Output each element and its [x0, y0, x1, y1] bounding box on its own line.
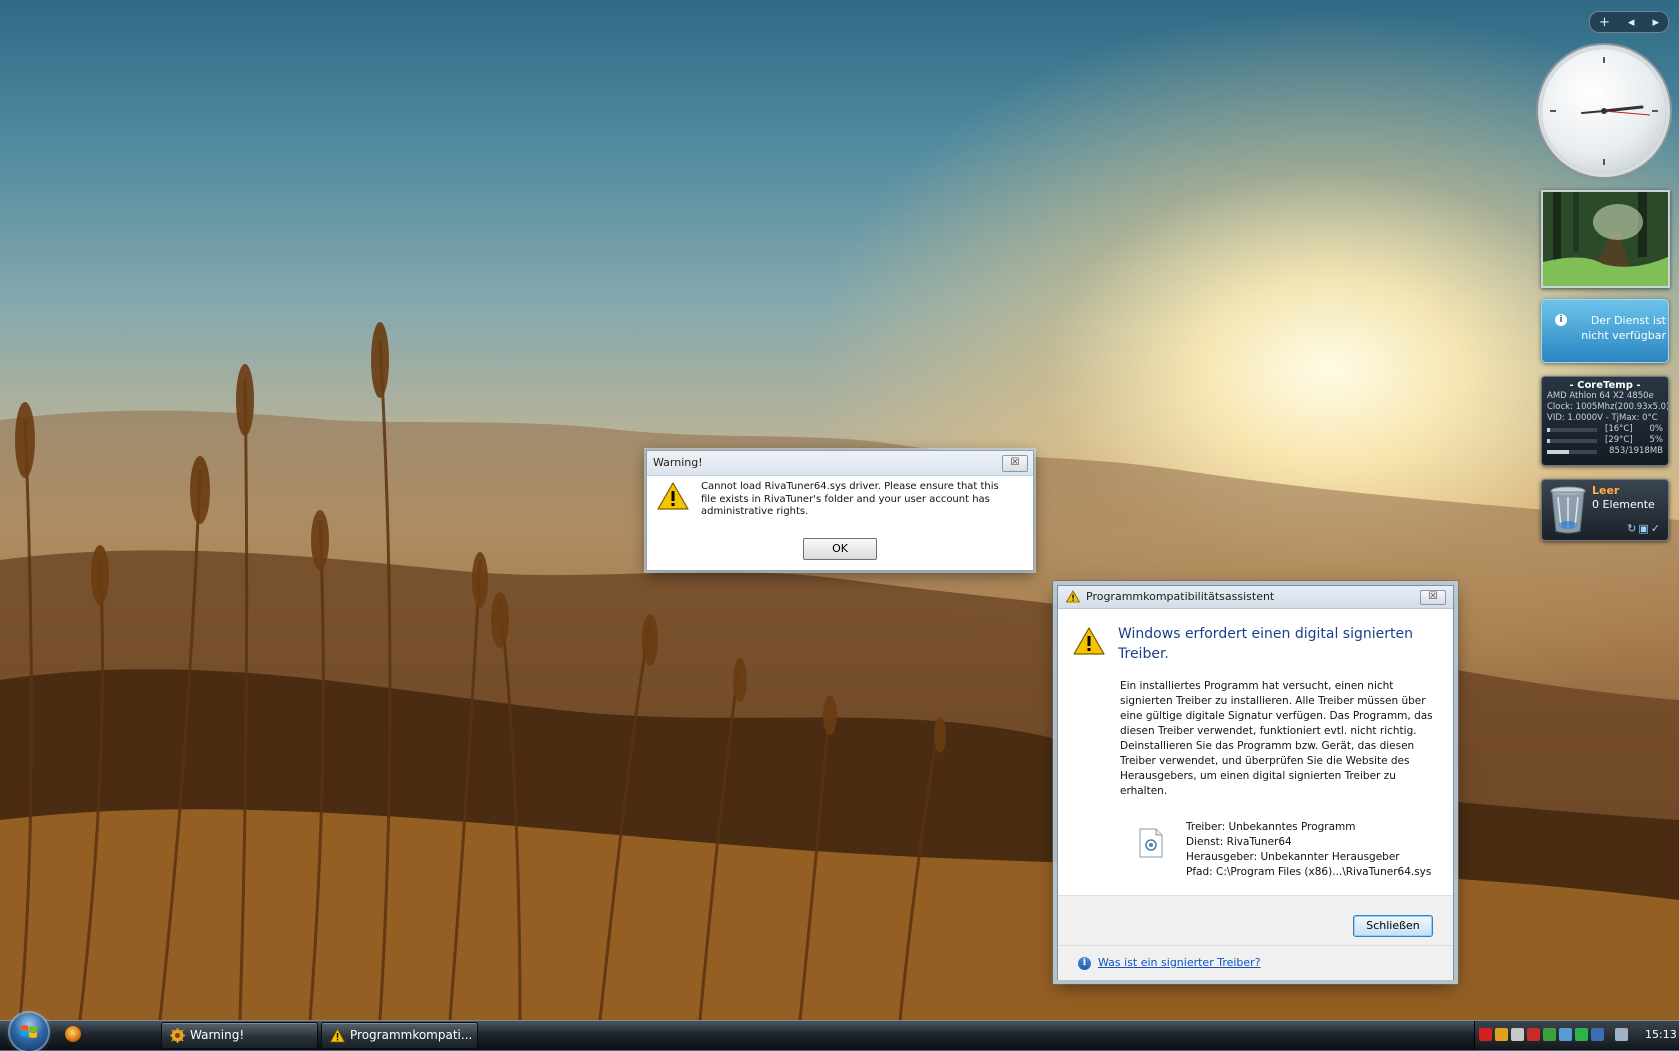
driver-file-icon [1139, 828, 1163, 858]
signed-driver-help-link[interactable]: Was ist ein signierter Treiber? [1098, 956, 1261, 969]
pca-dialog-close-button[interactable]: ☒ [1420, 590, 1446, 605]
memory-bar [1547, 449, 1597, 454]
notification-area: 15:13 [1474, 1021, 1679, 1049]
sidebar-controls: + ◂ ▸ [1589, 11, 1669, 33]
core0-temp: [16°C] [1605, 424, 1633, 434]
weather-message: Der Dienst ist nicht verfügbar [1581, 314, 1666, 342]
recycle-bin-state: Leer [1592, 484, 1620, 497]
pca-paragraph-2: Deinstallieren Sie das Programm bzw. Ger… [1120, 740, 1415, 797]
taskbar-clock[interactable]: 15:13 [1645, 1028, 1677, 1041]
sidebar-prev-button[interactable]: ◂ [1628, 15, 1635, 30]
warning-icon [1073, 627, 1105, 655]
tray-rivatuner-icon[interactable] [1495, 1028, 1508, 1041]
core1-temp: [29°C] [1605, 435, 1633, 445]
sidebar-next-button[interactable]: ▸ [1652, 15, 1659, 30]
clock-face-icon [1550, 57, 1658, 165]
tray-update-icon[interactable] [1591, 1028, 1604, 1041]
tray-audio-device-icon[interactable] [1511, 1028, 1524, 1041]
windows-flag-icon [21, 1025, 37, 1038]
help-info-icon: i [1078, 957, 1091, 970]
weather-gadget[interactable]: i Der Dienst ist nicht verfügbar [1541, 299, 1669, 363]
taskbar-button-warning[interactable]: Warning! [161, 1022, 318, 1049]
recycle-bin-count: 0 Elemente [1592, 498, 1655, 511]
pca-paragraph-1: Ein installiertes Programm hat versucht,… [1120, 680, 1433, 737]
tray-monitor-icon[interactable] [1615, 1028, 1628, 1041]
start-button[interactable] [10, 1013, 48, 1051]
tray-flash-icon[interactable] [1479, 1028, 1492, 1041]
coretemp-core1: [29°C] 5% [1542, 435, 1668, 446]
forest-photo [1543, 192, 1668, 286]
recycle-bin-gadget[interactable]: Leer 0 Elemente ↻▣✓ [1541, 479, 1669, 541]
warning-dialog-titlebar[interactable]: Warning! ☒ [647, 451, 1033, 476]
core1-load: 5% [1649, 435, 1664, 445]
taskbar-label-warning: Warning! [190, 1028, 245, 1042]
warning-icon [657, 482, 689, 510]
warning-dialog-message: Cannot load RivaTuner64.sys driver. Plea… [701, 481, 999, 517]
warning-icon [330, 1028, 345, 1043]
driver-publisher: Herausgeber: Unbekannter Herausgeber [1186, 851, 1400, 863]
tray-ati-icon[interactable] [1527, 1028, 1540, 1041]
recycle-bin-controls[interactable]: ↻▣✓ [1627, 522, 1662, 535]
warning-dialog-close-button[interactable]: ☒ [1002, 455, 1028, 472]
driver-service: Dienst: RivaTuner64 [1186, 836, 1292, 848]
core0-load-bar [1547, 427, 1597, 432]
tray-network-icon[interactable] [1559, 1028, 1572, 1041]
schliessen-button[interactable]: Schließen [1353, 915, 1433, 937]
compatibility-assistant-dialog: Programmkompatibilitätsassistent ☒ Windo… [1057, 585, 1454, 980]
pca-heading: Windows erfordert einen digital signiert… [1118, 626, 1413, 662]
driver-path: Pfad: C:\Program Files (x86)...\RivaTune… [1186, 866, 1432, 878]
pca-footer: Schließen i Was ist ein signierter Treib… [1058, 895, 1453, 980]
tray-status-icon[interactable] [1543, 1028, 1556, 1041]
ok-button[interactable]: OK [803, 538, 877, 560]
pca-dialog-title: Programmkompatibilitätsassistent [1086, 590, 1275, 603]
footer-divider [1058, 945, 1453, 946]
core1-load-bar [1547, 438, 1597, 443]
warning-dialog-title: Warning! [653, 456, 703, 469]
warning-app-icon [170, 1028, 185, 1043]
coretemp-memory: 853/1918MB [1542, 446, 1668, 457]
slideshow-gadget[interactable] [1541, 190, 1670, 288]
coretemp-clock: Clock: 1005Mhz(200.93x5.0) [1547, 402, 1669, 412]
recycle-bin-icon [1550, 486, 1586, 534]
tray-check-icon[interactable] [1575, 1028, 1588, 1041]
warning-icon [1066, 590, 1080, 603]
taskbar-label-programmkompatibilitaet: Programmkompati... [350, 1028, 473, 1042]
driver-details: Treiber: Unbekanntes Programm Dienst: Ri… [1186, 820, 1431, 880]
pca-dialog-titlebar[interactable]: Programmkompatibilitätsassistent ☒ [1058, 586, 1453, 609]
info-icon: i [1555, 314, 1567, 326]
firefox-quicklaunch-icon[interactable] [65, 1026, 81, 1042]
core0-load: 0% [1649, 424, 1664, 434]
clock-gadget[interactable] [1542, 49, 1666, 173]
coretemp-vid: VID: 1.0000V - TjMax: 0°C [1547, 413, 1658, 423]
memory-usage: 853/1918MB [1609, 446, 1663, 456]
warning-dialog: Warning! ☒ Cannot load RivaTuner64.sys d… [646, 450, 1034, 571]
coretemp-gadget[interactable]: - CoreTemp - AMD Athlon 64 X2 4850e Cloc… [1541, 376, 1669, 466]
coretemp-core0: [16°C] 0% [1542, 424, 1668, 435]
coretemp-cpu: AMD Athlon 64 X2 4850e [1547, 391, 1654, 401]
driver-name: Treiber: Unbekanntes Programm [1186, 821, 1356, 833]
taskbar-button-programmkompatibilitaet[interactable]: Programmkompati... [321, 1022, 478, 1049]
sidebar-add-button[interactable]: + [1599, 15, 1610, 30]
coretemp-title: - CoreTemp - [1569, 380, 1641, 391]
